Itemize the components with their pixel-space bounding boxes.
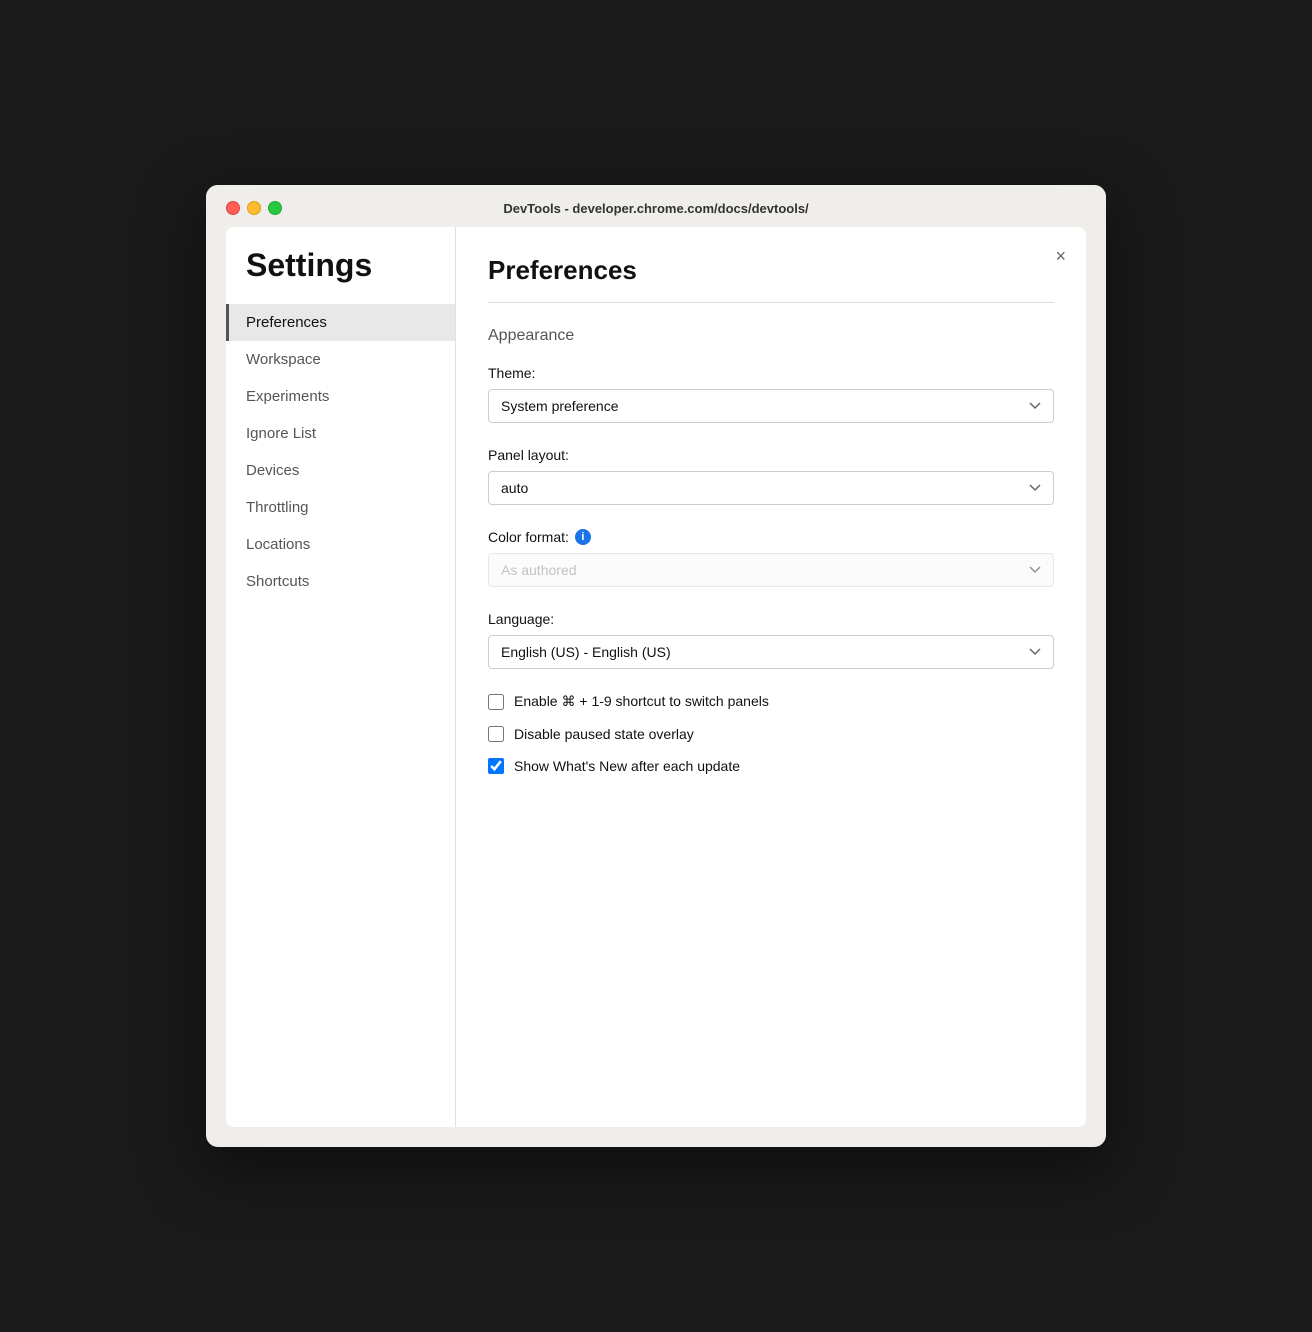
color-format-select[interactable]: As authored HEX RGB HSL: [488, 553, 1054, 587]
page-title: Preferences: [488, 255, 1054, 286]
whats-new-checkbox[interactable]: [488, 758, 504, 774]
theme-select[interactable]: System preference Light Dark: [488, 389, 1054, 423]
sidebar-item-devices[interactable]: Devices: [226, 452, 455, 489]
switch-panels-checkbox[interactable]: [488, 694, 504, 710]
divider: [488, 302, 1054, 303]
color-format-group: Color format: i As authored HEX RGB HSL: [488, 529, 1054, 587]
browser-title: DevTools - developer.chrome.com/docs/dev…: [503, 201, 808, 216]
appearance-heading: Appearance: [488, 327, 1054, 345]
panel-layout-group: Panel layout: auto horizontal vertical: [488, 447, 1054, 505]
sidebar-item-throttling[interactable]: Throttling: [226, 489, 455, 526]
sidebar: Settings Preferences Workspace Experimen…: [226, 227, 456, 1127]
sidebar-item-preferences[interactable]: Preferences: [226, 304, 455, 341]
sidebar-item-workspace[interactable]: Workspace: [226, 341, 455, 378]
sidebar-item-experiments[interactable]: Experiments: [226, 378, 455, 415]
whats-new-label[interactable]: Show What's New after each update: [514, 758, 740, 774]
settings-title: Settings: [226, 247, 455, 304]
sidebar-item-ignore-list[interactable]: Ignore List: [226, 415, 455, 452]
language-select[interactable]: English (US) - English (US) French - Fra…: [488, 635, 1054, 669]
dialog-body: Settings Preferences Workspace Experimen…: [226, 227, 1086, 1127]
settings-dialog: × Settings Preferences Workspace Experim…: [226, 227, 1086, 1127]
title-bar: DevTools - developer.chrome.com/docs/dev…: [206, 185, 1106, 227]
switch-panels-label[interactable]: Enable ⌘ + 1-9 shortcut to switch panels: [514, 693, 769, 710]
theme-label: Theme:: [488, 365, 1054, 381]
main-content: Preferences Appearance Theme: System pre…: [456, 227, 1086, 1127]
language-label: Language:: [488, 611, 1054, 627]
checkbox-switch-panels: Enable ⌘ + 1-9 shortcut to switch panels: [488, 693, 1054, 710]
minimize-traffic-light[interactable]: [247, 201, 261, 215]
sidebar-item-shortcuts[interactable]: Shortcuts: [226, 563, 455, 600]
maximize-traffic-light[interactable]: [268, 201, 282, 215]
theme-group: Theme: System preference Light Dark: [488, 365, 1054, 423]
browser-window: DevTools - developer.chrome.com/docs/dev…: [206, 185, 1106, 1147]
traffic-lights: [226, 201, 282, 215]
panel-layout-label: Panel layout:: [488, 447, 1054, 463]
language-group: Language: English (US) - English (US) Fr…: [488, 611, 1054, 669]
checkbox-paused-overlay: Disable paused state overlay: [488, 726, 1054, 742]
checkbox-whats-new: Show What's New after each update: [488, 758, 1054, 774]
sidebar-item-locations[interactable]: Locations: [226, 526, 455, 563]
color-format-label: Color format: i: [488, 529, 1054, 545]
close-traffic-light[interactable]: [226, 201, 240, 215]
paused-overlay-checkbox[interactable]: [488, 726, 504, 742]
panel-layout-select[interactable]: auto horizontal vertical: [488, 471, 1054, 505]
paused-overlay-label[interactable]: Disable paused state overlay: [514, 726, 694, 742]
color-format-info-icon[interactable]: i: [575, 529, 591, 545]
close-button[interactable]: ×: [1051, 243, 1070, 269]
